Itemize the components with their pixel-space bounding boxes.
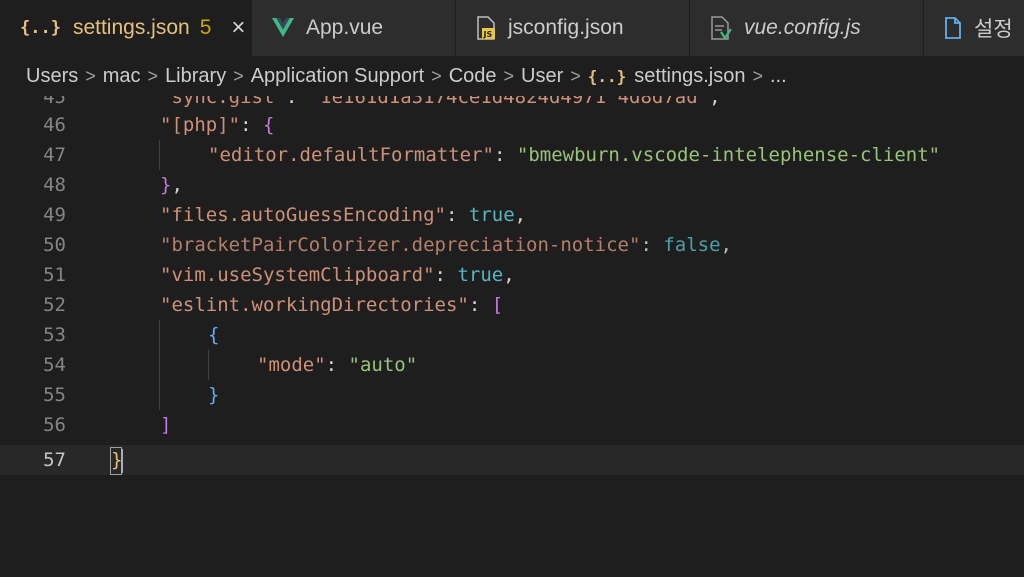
line-number: 57 bbox=[43, 449, 66, 471]
json-key: "eslint.workingDirectories" bbox=[160, 294, 469, 316]
code-line: 54 "mode": "auto" bbox=[0, 350, 1024, 380]
comma: , bbox=[171, 174, 183, 196]
chevron-right-icon: > bbox=[503, 65, 515, 86]
chevron-right-icon: > bbox=[570, 65, 581, 86]
tab-vue-config-js[interactable]: vue.config.js bbox=[690, 0, 924, 56]
editor-tab-bar: {..} settings.json 5 × App.vue JS jsconf… bbox=[0, 0, 1024, 56]
tab-label: App.vue bbox=[306, 16, 384, 39]
breadcrumb-item-library[interactable]: Library bbox=[165, 65, 226, 88]
chevron-right-icon: > bbox=[431, 65, 442, 86]
vue-file-icon bbox=[272, 18, 294, 38]
line-number: 55 bbox=[43, 384, 66, 406]
line-number: 46 bbox=[43, 114, 66, 136]
line-number: 52 bbox=[43, 294, 66, 316]
open-bracket: [ bbox=[491, 294, 504, 316]
json-key: "mode" bbox=[257, 354, 326, 376]
json-value: true bbox=[468, 204, 515, 226]
json-key: "[php]" bbox=[160, 114, 241, 136]
colon: : bbox=[468, 294, 492, 316]
colon: : bbox=[240, 114, 263, 136]
tab-label: vue.config.js bbox=[744, 16, 861, 39]
line-number: 54 bbox=[43, 354, 66, 376]
close-bracket: ] bbox=[160, 414, 172, 436]
comma: , bbox=[503, 264, 515, 286]
json-key: "sync.gist" bbox=[160, 96, 286, 108]
chevron-right-icon: > bbox=[752, 65, 763, 86]
json-key: "bracketPairColorizer.depreciation-notic… bbox=[160, 234, 641, 256]
close-brace: } bbox=[208, 384, 220, 406]
json-value: "1e161d1a3174ce1d4824d4971 4d8d7ad" bbox=[308, 96, 710, 108]
comma: , bbox=[514, 204, 527, 226]
tab-label: jsconfig.json bbox=[508, 16, 624, 39]
tab-jsconfig-json[interactable]: JS jsconfig.json bbox=[456, 0, 690, 56]
svg-text:JS: JS bbox=[483, 30, 493, 39]
breadcrumb-item-mac[interactable]: mac bbox=[103, 65, 141, 88]
breadcrumb-item-users[interactable]: Users bbox=[26, 65, 78, 88]
colon: : bbox=[434, 264, 458, 286]
code-editor[interactable]: 45 "sync.gist": "1e161d1a3174ce1d4824d49… bbox=[0, 96, 1024, 577]
code-line: 46 "[php]": { bbox=[0, 110, 1024, 140]
breadcrumb-more[interactable]: ... bbox=[770, 65, 787, 88]
json-file-icon: {..} bbox=[587, 66, 627, 86]
tab-app-vue[interactable]: App.vue bbox=[252, 0, 456, 56]
code-line: 53 { bbox=[0, 320, 1024, 350]
colon: : bbox=[640, 234, 664, 256]
code-line: 52 "eslint.workingDirectories": [ bbox=[0, 290, 1024, 320]
colon: : bbox=[445, 204, 469, 226]
json-value: "bmewburn.vscode-intelephense-client" bbox=[516, 144, 941, 166]
json-key: "editor.defaultFormatter" bbox=[208, 144, 494, 166]
code-line: 50 "bracketPairColorizer.depreciation-no… bbox=[0, 230, 1024, 260]
tab-label: 설정 bbox=[974, 18, 1013, 41]
code-line: 49 "files.autoGuessEncoding": true, bbox=[0, 200, 1024, 230]
indent-guide bbox=[159, 140, 160, 170]
json-file-icon: {..} bbox=[20, 18, 61, 38]
indent-guide bbox=[208, 350, 209, 380]
line-number: 47 bbox=[43, 144, 66, 166]
breadcrumb-item-user[interactable]: User bbox=[521, 65, 563, 88]
comma: , bbox=[709, 96, 721, 108]
chevron-right-icon: > bbox=[85, 65, 96, 86]
tab-settings-ui[interactable]: 설정 bbox=[924, 0, 1024, 56]
json-value: true bbox=[457, 264, 504, 286]
tab-settings-json[interactable]: {..} settings.json 5 × bbox=[0, 0, 252, 56]
code-line: 56 ] bbox=[0, 410, 1024, 440]
code-line: 48 }, bbox=[0, 170, 1024, 200]
chevron-right-icon: > bbox=[147, 65, 159, 86]
code-line: 51 "vim.useSystemClipboard": true, bbox=[0, 260, 1024, 290]
open-brace: { bbox=[262, 114, 275, 136]
config-file-icon bbox=[710, 16, 732, 40]
breadcrumb: Users > mac > Library > Application Supp… bbox=[0, 56, 1024, 96]
json-value: false bbox=[663, 234, 721, 256]
indent-guide bbox=[159, 320, 160, 410]
breadcrumb-item-application-support[interactable]: Application Support bbox=[251, 65, 424, 88]
line-number: 56 bbox=[43, 414, 66, 436]
problem-count-badge: 5 bbox=[199, 16, 212, 39]
tab-label: settings.json bbox=[72, 16, 190, 39]
file-icon bbox=[944, 17, 962, 39]
open-brace: { bbox=[208, 324, 220, 346]
line-number: 51 bbox=[43, 264, 66, 286]
colon: : bbox=[285, 96, 309, 108]
line-number: 49 bbox=[43, 204, 66, 226]
colon: : bbox=[493, 144, 517, 166]
close-tab-icon[interactable]: × bbox=[227, 14, 249, 42]
json-value: "auto" bbox=[348, 354, 418, 376]
line-number: 48 bbox=[43, 174, 66, 196]
comma: , bbox=[720, 234, 732, 256]
code-line: 55 } bbox=[0, 380, 1024, 410]
breadcrumb-item-file[interactable]: settings.json bbox=[634, 65, 745, 88]
line-number: 50 bbox=[43, 234, 66, 256]
close-brace: } bbox=[160, 174, 172, 196]
json-key: "vim.useSystemClipboard" bbox=[160, 264, 435, 286]
json-key: "files.autoGuessEncoding" bbox=[160, 204, 446, 226]
colon: : bbox=[325, 354, 349, 376]
current-code-line: 57 } bbox=[0, 445, 1024, 475]
text-cursor bbox=[121, 449, 123, 473]
js-config-file-icon: JS bbox=[476, 16, 496, 40]
breadcrumb-item-code[interactable]: Code bbox=[449, 65, 497, 88]
line-number: 53 bbox=[43, 324, 66, 346]
code-line: 47 "editor.defaultFormatter": "bmewburn.… bbox=[0, 140, 1024, 170]
chevron-right-icon: > bbox=[233, 65, 244, 86]
